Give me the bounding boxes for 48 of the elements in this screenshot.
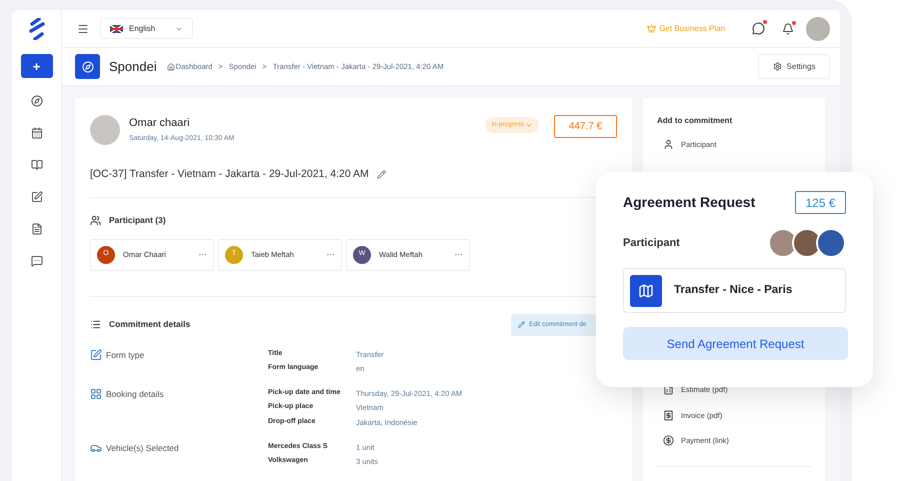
menu-icon[interactable] — [77, 22, 89, 34]
page-title: Spondei — [109, 58, 157, 76]
new-button[interactable]: + — [20, 54, 52, 78]
edit-form-icon — [90, 348, 102, 361]
home-icon — [166, 62, 175, 70]
edit-icon — [518, 321, 525, 328]
book-icon[interactable] — [30, 159, 42, 171]
compass-icon[interactable] — [30, 95, 42, 107]
map-icon — [630, 274, 662, 306]
card-title: Agreement Request — [623, 193, 756, 212]
send-request-button[interactable]: Send Agreement Request — [623, 327, 848, 360]
calendar-icon[interactable] — [30, 127, 42, 139]
section-heading: Commitment details — [109, 318, 190, 331]
receipt-icon — [663, 410, 674, 421]
users-icon — [90, 214, 101, 226]
document-icon — [663, 384, 674, 396]
commitment-title: [OC-37] Transfer - Vietnam - Jakarta - 29-Jul-2021, 4:20 AM — [90, 167, 369, 182]
user-icon — [663, 139, 674, 150]
flag-icon — [110, 24, 123, 32]
price-tag: 125 € — [795, 191, 846, 214]
grid-icon — [90, 388, 102, 400]
edit-icon[interactable] — [30, 191, 42, 203]
crown-icon — [647, 24, 656, 33]
avatar-placeholder — [90, 115, 120, 145]
commitment-row[interactable]: Transfer - Nice - Paris — [623, 268, 846, 313]
section-label: Form type — [106, 348, 144, 362]
section-label: Booking details — [106, 388, 164, 401]
logo-icon — [28, 18, 44, 40]
language-dropdown[interactable]: English — [100, 18, 193, 39]
compass-icon — [75, 54, 100, 79]
dollar-icon — [663, 434, 674, 446]
settings-button[interactable]: Settings — [758, 54, 830, 79]
document-icon[interactable] — [30, 223, 42, 235]
settings-icon — [772, 62, 782, 71]
commitment-name: Transfer - Nice - Paris — [674, 282, 792, 298]
list-icon — [90, 319, 101, 330]
edit-icon[interactable] — [376, 170, 386, 180]
participant-label: Participant — [623, 236, 680, 251]
section-label: Vehicle(s) Selected — [106, 442, 179, 454]
panel-heading: Add to commitment — [657, 115, 734, 127]
chat-icon[interactable] — [30, 255, 42, 267]
chat-icon[interactable] — [752, 22, 765, 35]
car-icon — [90, 442, 102, 454]
author-name: Omar chaari — [129, 116, 191, 131]
price-tag: 447.7 € — [554, 115, 617, 138]
chevron-icon — [525, 121, 533, 129]
section-heading: Participant (3) — [109, 214, 166, 226]
bell-icon[interactable] — [782, 22, 794, 34]
